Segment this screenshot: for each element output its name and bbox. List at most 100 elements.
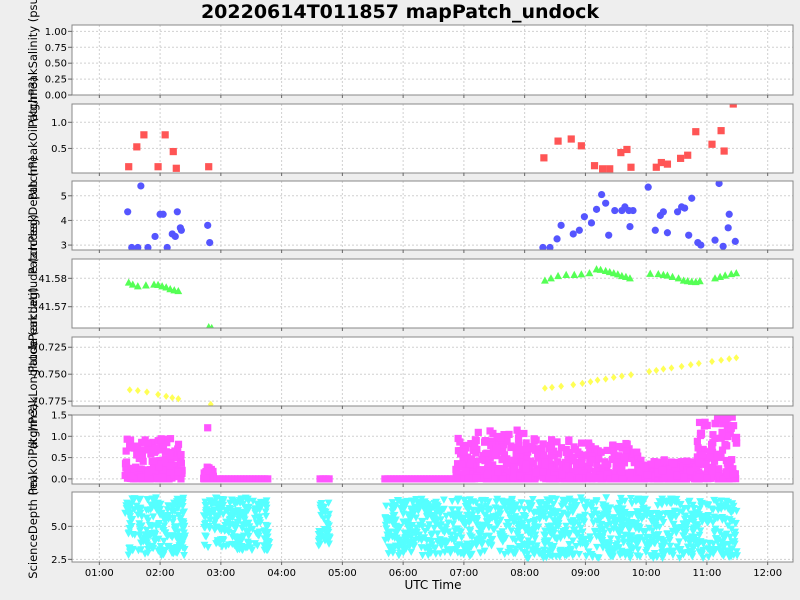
- data-point: [676, 154, 685, 162]
- data-point: [658, 466, 667, 475]
- data-point: [140, 131, 148, 139]
- data-point: [499, 475, 507, 483]
- y-tick-label: 0.5: [51, 453, 67, 464]
- data-point: [597, 448, 605, 456]
- data-point: [177, 459, 185, 467]
- data-point: [717, 127, 725, 135]
- data-point: [731, 434, 739, 443]
- data-point: [615, 442, 623, 451]
- data-point: [122, 458, 131, 466]
- data-point: [540, 154, 548, 162]
- y-tick-label: 0.75: [45, 43, 67, 54]
- data-point: [154, 163, 162, 171]
- panel-oil_all: 0.00.51.01.5PeakOil (kg/m3): [26, 404, 794, 495]
- data-point: [172, 164, 180, 172]
- data-point: [729, 469, 738, 478]
- data-point: [595, 455, 603, 463]
- data-point: [171, 232, 179, 241]
- y-tick-label: 0.0: [51, 474, 67, 485]
- data-point: [540, 451, 548, 459]
- data-point: [472, 449, 480, 457]
- data-point: [137, 473, 145, 481]
- data-point: [626, 222, 634, 231]
- y-tick-label: 41.58: [38, 274, 67, 285]
- data-point: [625, 469, 634, 477]
- data-point: [700, 422, 708, 430]
- data-point: [465, 474, 473, 482]
- data-point: [135, 451, 143, 459]
- data-point: [577, 142, 585, 150]
- data-point: [539, 468, 547, 476]
- data-point: [127, 472, 135, 480]
- data-point: [467, 455, 476, 464]
- data-point: [622, 439, 630, 448]
- data-point: [660, 456, 668, 464]
- data-point: [670, 460, 678, 468]
- data-point: [634, 475, 642, 483]
- data-point: [510, 456, 518, 464]
- data-point: [611, 474, 619, 483]
- data-point: [727, 424, 735, 432]
- data-point: [708, 140, 716, 148]
- data-point: [514, 434, 523, 443]
- data-point: [478, 456, 486, 464]
- data-point: [176, 224, 184, 232]
- panel-science_depth: 2.5 5.0 ScienceDepth (m): [26, 475, 794, 579]
- data-point: [124, 208, 132, 216]
- data-point: [122, 447, 130, 455]
- data-point: [731, 237, 739, 245]
- data-point: [325, 475, 333, 483]
- data-point: [602, 199, 610, 207]
- data-point: [641, 463, 649, 472]
- data-point: [695, 459, 703, 467]
- data-point: [505, 430, 513, 439]
- y-tick-label: 0.5: [51, 144, 67, 155]
- data-point: [575, 474, 583, 483]
- data-point: [627, 163, 635, 171]
- data-point: [491, 451, 499, 459]
- data-point: [644, 183, 652, 191]
- panel-background: [72, 104, 793, 173]
- data-point: [458, 460, 466, 469]
- data-point: [557, 221, 565, 229]
- data-point: [541, 458, 549, 466]
- data-point: [553, 235, 561, 243]
- data-point: [590, 162, 599, 170]
- y-tick-label: 1.00: [45, 27, 67, 38]
- data-point: [666, 471, 674, 479]
- data-point: [725, 210, 733, 218]
- data-point: [133, 143, 141, 151]
- data-point: [169, 147, 177, 156]
- data-point: [683, 457, 691, 465]
- data-point: [643, 471, 652, 479]
- data-point: [483, 449, 491, 457]
- data-point: [157, 436, 165, 444]
- data-point: [719, 242, 727, 250]
- data-point: [633, 448, 641, 456]
- data-point: [205, 163, 213, 171]
- y-tick-label: 2.5: [51, 555, 67, 566]
- data-point: [148, 457, 156, 465]
- data-point: [611, 206, 619, 215]
- y-tick-label: 3: [61, 241, 67, 252]
- data-point: [578, 459, 586, 467]
- data-point: [702, 460, 710, 468]
- data-point: [620, 453, 628, 461]
- data-point: [174, 440, 183, 448]
- data-point: [711, 420, 720, 428]
- data-point: [604, 460, 612, 468]
- data-point: [137, 182, 145, 190]
- data-point: [575, 226, 583, 234]
- data-point: [673, 472, 681, 480]
- data-point: [580, 213, 588, 221]
- y-tick-label: 1.0: [51, 118, 67, 129]
- y-tick-label: 0.25: [45, 75, 67, 86]
- data-point: [472, 474, 481, 482]
- data-point: [587, 219, 596, 227]
- data-point: [460, 448, 468, 456]
- data-point: [462, 467, 470, 475]
- figure: 0.000.250.500.751.00PatchPeakSalinity (p…: [26, 0, 794, 579]
- data-point: [680, 473, 688, 481]
- data-point: [264, 475, 272, 483]
- data-point: [714, 451, 722, 460]
